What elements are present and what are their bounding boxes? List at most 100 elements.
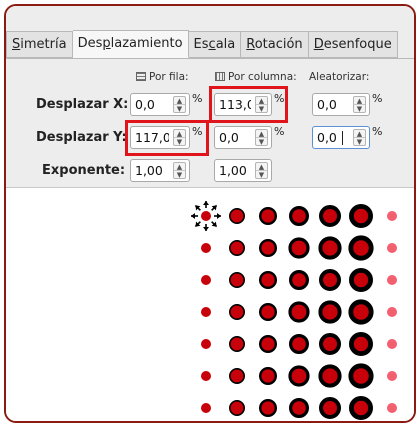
tile-dot (201, 211, 211, 221)
tile-dot (229, 368, 246, 385)
tile-dot (348, 395, 373, 420)
tile-dot (201, 307, 211, 317)
shift-settings-panel: Simetría Desplazamiento Escala Rotación … (6, 6, 414, 188)
tab-shift[interactable]: Desplazamiento (72, 30, 189, 58)
shift-x-by-row-value: 0,0 (135, 97, 155, 112)
tile-dot (201, 371, 211, 381)
tile-dot (288, 237, 310, 259)
column-header-by-row: Por fila: (136, 71, 189, 83)
shift-y-by-column-value: 0,0 (219, 130, 239, 145)
tab-rotation-accel: R (246, 37, 255, 52)
shift-y-randomize-stepper[interactable]: ▲ ▼ (353, 129, 366, 146)
shift-x-by-row-stepper[interactable]: ▲ ▼ (173, 96, 186, 113)
faded-tile-dot (387, 403, 397, 413)
tile-dot (258, 334, 277, 353)
exponent-label: Exponente: (42, 163, 126, 178)
tile-dot (288, 365, 310, 387)
tab-scale-accel: c (208, 37, 216, 52)
shift-y-by-column-percent: % (274, 125, 285, 138)
tab-bar: Simetría Desplazamiento Escala Rotación … (6, 30, 398, 58)
exponent-by-column-value: 1,00 (219, 163, 247, 178)
shift-x-by-row-percent: % (192, 92, 203, 105)
spin-up-icon[interactable]: ▲ (256, 130, 267, 138)
tile-dot (319, 269, 341, 291)
spin-down-icon[interactable]: ▼ (354, 105, 365, 113)
tile-dot (319, 205, 341, 227)
shift-x-randomize-spinbox[interactable]: 0,0 ▲ ▼ (312, 93, 370, 116)
tile-dot (229, 272, 246, 289)
shift-x-randomize-value: 0,0 (317, 97, 337, 112)
tab-rotation-label: otación (254, 37, 303, 52)
tile-dot (229, 239, 246, 256)
tile-dot (229, 336, 246, 353)
tile-dot (348, 299, 374, 325)
tile-dot (289, 398, 310, 419)
tab-symmetry[interactable]: Simetría (6, 31, 73, 58)
tile-dot (289, 269, 310, 290)
shift-y-label: Desplazar Y: (36, 130, 127, 145)
shift-x-randomize-stepper[interactable]: ▲ ▼ (353, 96, 366, 113)
spin-down-icon[interactable]: ▼ (174, 105, 185, 113)
tile-dot (258, 302, 277, 321)
column-header-by-column: Por columna: (215, 71, 297, 83)
tab-symmetry-label: imetría (20, 37, 67, 52)
tile-dot (201, 243, 211, 253)
tile-dot (258, 207, 277, 226)
faded-tile-dot (387, 371, 397, 381)
tiles-preview-svg (191, 201, 397, 420)
faded-tile-dot (387, 243, 397, 253)
faded-tile-dot (387, 211, 397, 221)
tile-dot (348, 235, 374, 261)
rows-icon (136, 72, 146, 81)
shift-y-by-column-spinbox[interactable]: 0,0 ▲ ▼ (214, 126, 272, 149)
shift-x-by-row-spinbox[interactable]: 0,0 ▲ ▼ (130, 93, 190, 116)
highlight-shift-y-by-row (125, 120, 209, 156)
shift-y-randomize-spinbox[interactable]: 0,0 ▲ ▼ (312, 126, 370, 149)
tab-shift-pre: Des (77, 36, 103, 51)
faded-tile-dot (387, 307, 397, 317)
tab-blur-accel: D (313, 37, 324, 52)
tile-dot (318, 300, 342, 324)
exponent-by-column-stepper[interactable]: ▲ ▼ (255, 162, 268, 179)
spin-down-icon[interactable]: ▼ (256, 171, 267, 179)
tile-dot (258, 270, 277, 289)
by-row-label: Por fila: (149, 71, 189, 83)
faded-tile-dot (387, 275, 397, 285)
tile-dot (201, 275, 211, 285)
shift-x-label: Desplazar X: (36, 97, 129, 112)
tab-rotation[interactable]: Rotación (241, 31, 309, 58)
spin-up-icon[interactable]: ▲ (354, 130, 365, 138)
tile-dot (318, 236, 342, 260)
tile-dot (348, 203, 373, 229)
by-column-label: Por columna: (228, 71, 297, 83)
shift-x-randomize-percent: % (372, 92, 383, 105)
spin-up-icon[interactable]: ▲ (256, 163, 267, 171)
highlight-shift-x-by-column (209, 86, 288, 123)
tab-scale[interactable]: Escala (188, 31, 242, 58)
spin-up-icon[interactable]: ▲ (174, 97, 185, 105)
exponent-by-row-spinbox[interactable]: 1,00 ▲ ▼ (130, 159, 190, 182)
exponent-by-row-stepper[interactable]: ▲ ▼ (173, 162, 186, 179)
exponent-by-column-spinbox[interactable]: 1,00 ▲ ▼ (214, 159, 272, 182)
clone-tiles-dialog: Simetría Desplazamiento Escala Rotación … (4, 4, 416, 423)
spin-down-icon[interactable]: ▼ (256, 138, 267, 146)
spin-up-icon[interactable]: ▲ (174, 163, 185, 171)
tile-dot (319, 333, 341, 355)
tab-blur[interactable]: Desenfoque (308, 31, 398, 58)
faded-tile-dot (387, 339, 397, 349)
tile-dot (289, 334, 310, 355)
tile-dot (289, 206, 310, 226)
shift-y-by-column-stepper[interactable]: ▲ ▼ (255, 129, 268, 146)
tile-dot (348, 363, 374, 389)
spin-down-icon[interactable]: ▼ (174, 171, 185, 179)
tile-dot (288, 301, 310, 323)
tile-dot (258, 366, 277, 385)
tile-dot (258, 239, 277, 258)
tile-dot (348, 268, 373, 293)
spin-up-icon[interactable]: ▲ (354, 97, 365, 105)
tile-dot (201, 403, 211, 413)
tile-dot (319, 397, 341, 419)
columns-icon (215, 72, 225, 81)
spin-down-icon[interactable]: ▼ (354, 138, 365, 146)
tab-shift-accel: p (102, 36, 111, 51)
